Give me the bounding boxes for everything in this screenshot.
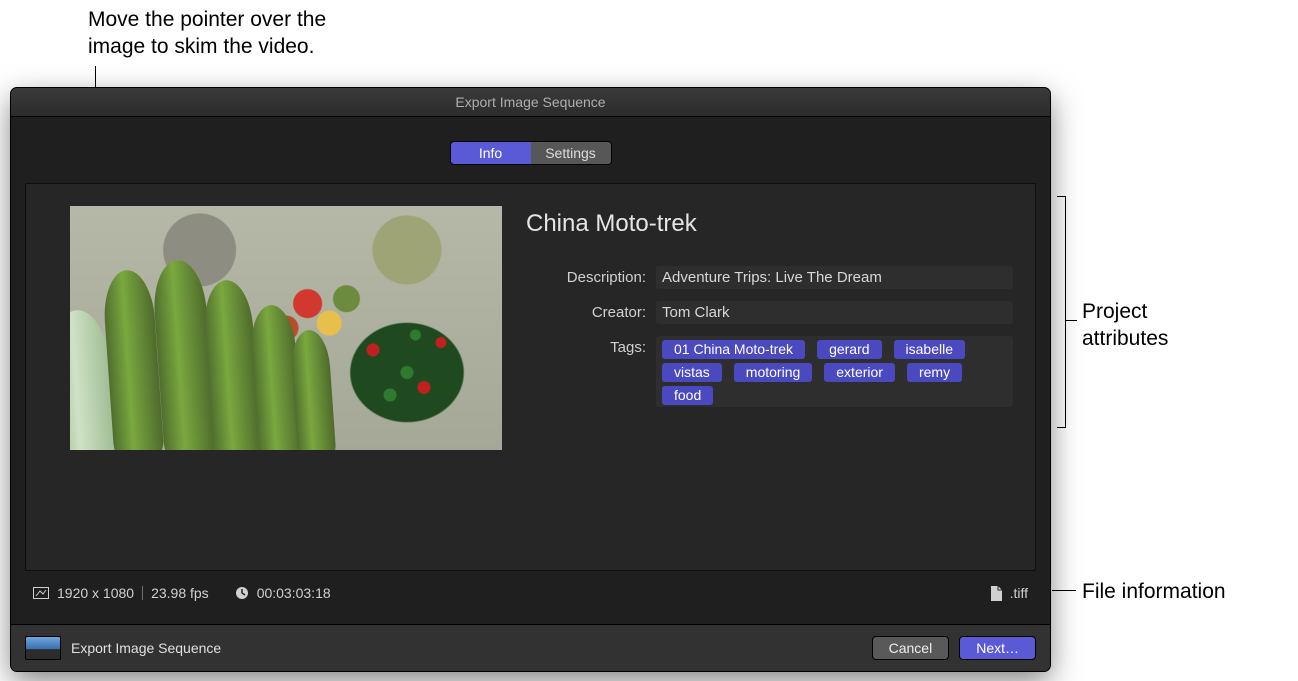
description-label: Description:: [526, 266, 656, 286]
annotation-file-info-line: [1052, 590, 1076, 591]
file-icon: [990, 586, 1002, 601]
status-separator: [142, 586, 143, 600]
video-preview[interactable]: [70, 206, 502, 450]
project-title[interactable]: China Moto-trek: [526, 210, 1013, 238]
cancel-button[interactable]: Cancel: [872, 636, 950, 660]
clock-icon: [235, 586, 249, 600]
tag[interactable]: motoring: [734, 363, 812, 382]
frame-size-icon: [33, 587, 49, 599]
tab-settings[interactable]: Settings: [531, 142, 611, 164]
tag[interactable]: gerard: [817, 340, 881, 359]
window-title: Export Image Sequence: [11, 88, 1050, 117]
info-panel: China Moto-trek Description: Adventure T…: [25, 183, 1036, 571]
tag[interactable]: vistas: [662, 363, 722, 382]
tab-bar: Info Settings: [450, 141, 612, 165]
annotation-project-attrs: Project attributes: [1082, 298, 1168, 353]
tag[interactable]: remy: [907, 363, 962, 382]
tags-field[interactable]: 01 China Moto-trek gerard isabelle vista…: [656, 336, 1013, 407]
tag[interactable]: isabelle: [894, 340, 965, 359]
tag[interactable]: exterior: [824, 363, 895, 382]
next-button[interactable]: Next…: [959, 636, 1036, 660]
tags-label: Tags:: [526, 336, 656, 356]
tag[interactable]: 01 China Moto-trek: [662, 340, 805, 359]
project-attributes: China Moto-trek Description: Adventure T…: [526, 206, 1013, 570]
preset-thumbnail: [25, 636, 61, 660]
description-field[interactable]: Adventure Trips: Live The Dream: [656, 266, 1013, 289]
creator-field[interactable]: Tom Clark: [656, 301, 1013, 324]
fps-text: 23.98 fps: [151, 585, 209, 601]
annotation-project-attrs-bracket: [1057, 196, 1066, 428]
preset-label: Export Image Sequence: [71, 640, 221, 656]
tab-info[interactable]: Info: [451, 142, 531, 164]
annotation-project-attrs-line: [1065, 320, 1077, 321]
status-bar: 1920 x 1080 23.98 fps 00:03:03:18 .tiff: [25, 571, 1036, 601]
export-dialog: Export Image Sequence Info Settings Chin…: [11, 88, 1050, 671]
resolution-text: 1920 x 1080: [57, 585, 134, 601]
annotation-skim: Move the pointer over the image to skim …: [88, 6, 326, 61]
dialog-footer: Export Image Sequence Cancel Next…: [11, 624, 1050, 671]
creator-label: Creator:: [526, 301, 656, 321]
annotation-file-info: File information: [1082, 578, 1226, 605]
tag[interactable]: food: [662, 386, 713, 405]
duration-text: 00:03:03:18: [257, 585, 331, 601]
file-extension-text: .tiff: [1010, 585, 1028, 601]
